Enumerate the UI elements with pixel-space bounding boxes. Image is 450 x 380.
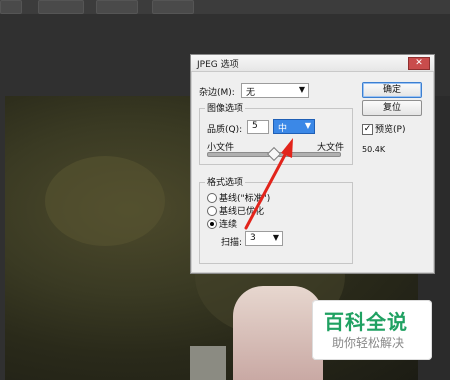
matte-select[interactable]: 无 ▼ bbox=[241, 83, 309, 98]
quality-value: 5 bbox=[252, 121, 258, 131]
matte-value: 无 bbox=[246, 88, 256, 98]
format-options-title: 格式选项 bbox=[205, 175, 246, 188]
image-options-title: 图像选项 bbox=[205, 101, 246, 114]
watermark-subtitle: 助你轻松解决 bbox=[332, 336, 405, 350]
format-label-baseline: 基线("标准") bbox=[219, 194, 271, 204]
photo-person bbox=[233, 286, 323, 380]
watermark: 百科全说 助你轻松解决 bbox=[312, 300, 432, 360]
close-icon[interactable]: ✕ bbox=[408, 57, 430, 70]
preview-checkbox[interactable]: ✓ bbox=[362, 124, 373, 135]
quality-input[interactable]: 5 bbox=[247, 120, 269, 134]
file-size: 50.4K bbox=[362, 145, 386, 154]
chevron-down-icon: ▼ bbox=[304, 121, 311, 130]
toolbar-button-3[interactable] bbox=[96, 0, 138, 14]
matte-label: 杂边(M): bbox=[199, 88, 235, 98]
ok-button[interactable]: 确定 bbox=[362, 82, 422, 98]
chevron-down-icon: ▼ bbox=[298, 85, 305, 94]
format-radio-progressive[interactable] bbox=[207, 219, 217, 229]
photo-foliage bbox=[45, 156, 165, 246]
scans-value: 3 bbox=[250, 233, 256, 243]
format-label-optimized: 基线已优化 bbox=[219, 207, 265, 217]
format-label-progressive: 连续 bbox=[219, 220, 238, 230]
dialog-title: JPEG 选项 bbox=[197, 60, 239, 70]
jpeg-options-dialog: JPEG 选项 ✕ 杂边(M): 无 ▼ 图像选项 品质(Q): 5 中 ▼ 小… bbox=[190, 54, 435, 274]
scans-select[interactable]: 3 ▼ bbox=[245, 231, 283, 246]
photo-post bbox=[190, 346, 226, 380]
quality-level-value: 中 bbox=[278, 124, 288, 134]
quality-level-select[interactable]: 中 ▼ bbox=[273, 119, 315, 134]
format-radio-optimized[interactable] bbox=[207, 206, 217, 216]
preview-label: 预览(P) bbox=[375, 125, 406, 135]
app-toolbar bbox=[0, 0, 450, 15]
check-icon: ✓ bbox=[363, 124, 372, 134]
toolbar-button-1[interactable] bbox=[0, 0, 22, 14]
format-radio-baseline[interactable] bbox=[207, 193, 217, 203]
toolbar-button-4[interactable] bbox=[152, 0, 194, 14]
quality-label: 品质(Q): bbox=[207, 125, 243, 135]
toolbar-button-2[interactable] bbox=[38, 0, 84, 14]
chevron-down-icon: ▼ bbox=[272, 233, 279, 242]
dialog-titlebar[interactable]: JPEG 选项 ✕ bbox=[191, 55, 434, 72]
scans-label: 扫描: bbox=[221, 238, 243, 248]
reset-button[interactable]: 复位 bbox=[362, 100, 422, 116]
watermark-title: 百科全说 bbox=[324, 310, 408, 334]
